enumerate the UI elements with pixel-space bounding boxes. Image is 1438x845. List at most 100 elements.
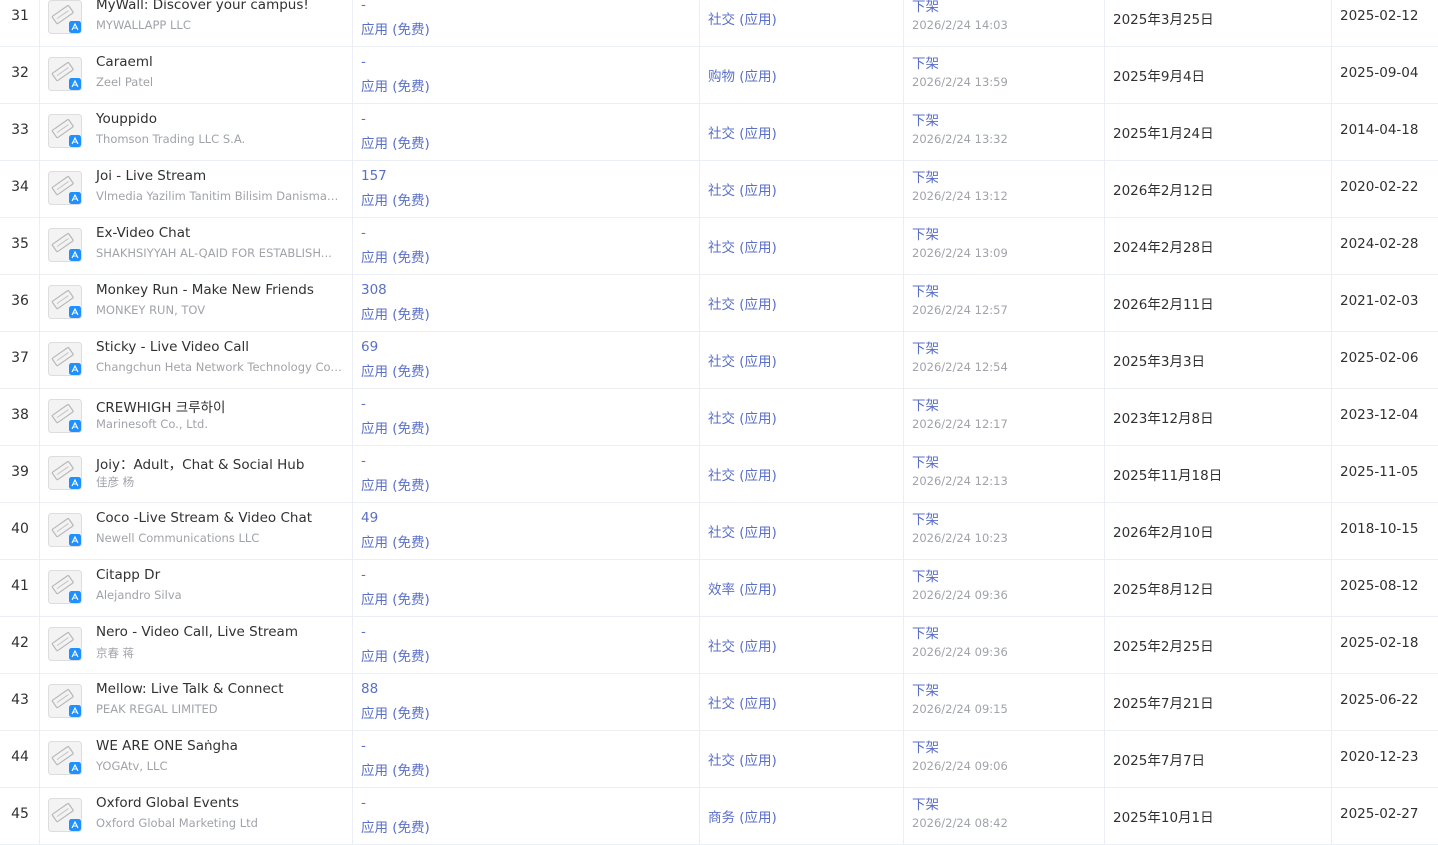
price-type-link[interactable]: 应用 (免费) — [361, 360, 430, 380]
app-cell[interactable]: MyWall: Discover your campus! MYWALLAPP … — [40, 0, 353, 46]
status-badge[interactable]: 下架 — [912, 622, 939, 642]
price-type-link[interactable]: 应用 (免费) — [361, 759, 430, 779]
price-type-link[interactable]: 应用 (免费) — [361, 303, 430, 323]
price-type-link[interactable]: 应用 (免费) — [361, 189, 430, 209]
rating-count[interactable]: - — [361, 624, 366, 640]
app-name[interactable]: Joiy：Adult，Chat & Social Hub — [96, 453, 304, 473]
rating-count[interactable]: - — [361, 567, 366, 583]
app-name[interactable]: CREWHIGH 크루하이 — [96, 396, 225, 416]
status-badge[interactable]: 下架 — [912, 52, 939, 72]
removed-app-icon[interactable] — [48, 228, 82, 262]
rating-count[interactable]: - — [361, 396, 366, 412]
rating-count[interactable]: 308 — [361, 282, 387, 298]
app-cell[interactable]: Oxford Global Events Oxford Global Marke… — [40, 788, 353, 844]
removed-app-icon[interactable] — [48, 342, 82, 376]
status-badge[interactable]: 下架 — [912, 793, 939, 813]
app-name[interactable]: Ex-Video Chat — [96, 225, 190, 241]
app-cell[interactable]: Caraeml Zeel Patel — [40, 47, 353, 103]
price-type-link[interactable]: 应用 (免费) — [361, 246, 430, 266]
rating-count[interactable]: - — [361, 738, 366, 754]
status-badge[interactable]: 下架 — [912, 109, 939, 129]
price-type-link[interactable]: 应用 (免费) — [361, 588, 430, 608]
app-cell[interactable]: Citapp Dr Alejandro Silva — [40, 560, 353, 616]
category-link[interactable]: 社交 (应用) — [708, 179, 777, 199]
status-badge[interactable]: 下架 — [912, 0, 939, 15]
rating-count[interactable]: - — [361, 795, 366, 811]
app-name[interactable]: Citapp Dr — [96, 567, 160, 583]
removed-app-icon[interactable] — [48, 114, 82, 148]
category-link[interactable]: 社交 (应用) — [708, 692, 777, 712]
app-cell[interactable]: WE ARE ONE Saṅgha YOGAtv, LLC — [40, 731, 353, 787]
category-link[interactable]: 社交 (应用) — [708, 350, 777, 370]
removed-app-icon[interactable] — [48, 171, 82, 205]
rating-count[interactable]: 157 — [361, 168, 387, 184]
app-name[interactable]: MyWall: Discover your campus! — [96, 0, 309, 13]
app-cell[interactable]: Mellow: Live Talk & Connect PEAK REGAL L… — [40, 674, 353, 730]
rating-count[interactable]: - — [361, 54, 366, 70]
price-type-link[interactable]: 应用 (免费) — [361, 474, 430, 494]
status-badge[interactable]: 下架 — [912, 451, 939, 471]
rating-count[interactable]: - — [361, 0, 366, 13]
price-type-link[interactable]: 应用 (免费) — [361, 645, 430, 665]
price-type-link[interactable]: 应用 (免费) — [361, 816, 430, 836]
removed-app-icon[interactable] — [48, 456, 82, 490]
category-link[interactable]: 社交 (应用) — [708, 236, 777, 256]
app-name[interactable]: Caraeml — [96, 54, 153, 70]
category-link[interactable]: 社交 (应用) — [708, 464, 777, 484]
app-name[interactable]: Monkey Run - Make New Friends — [96, 282, 314, 298]
rating-count[interactable]: 69 — [361, 339, 378, 355]
status-badge[interactable]: 下架 — [912, 565, 939, 585]
removed-app-icon[interactable] — [48, 57, 82, 91]
app-cell[interactable]: CREWHIGH 크루하이 Marinesoft Co., Ltd. — [40, 389, 353, 445]
category-link[interactable]: 社交 (应用) — [708, 407, 777, 427]
app-cell[interactable]: Youppido Thomson Trading LLC S.A. — [40, 104, 353, 160]
price-type-link[interactable]: 应用 (免费) — [361, 75, 430, 95]
price-type-link[interactable]: 应用 (免费) — [361, 132, 430, 152]
status-badge[interactable]: 下架 — [912, 508, 939, 528]
price-type-link[interactable]: 应用 (免费) — [361, 702, 430, 722]
status-badge[interactable]: 下架 — [912, 337, 939, 357]
status-badge[interactable]: 下架 — [912, 280, 939, 300]
removed-app-icon[interactable] — [48, 570, 82, 604]
removed-app-icon[interactable] — [48, 0, 82, 34]
app-cell[interactable]: Coco -Live Stream & Video Chat Newell Co… — [40, 503, 353, 559]
status-badge[interactable]: 下架 — [912, 736, 939, 756]
app-name[interactable]: Coco -Live Stream & Video Chat — [96, 510, 312, 526]
category-link[interactable]: 社交 (应用) — [708, 8, 777, 28]
price-type-link[interactable]: 应用 (免费) — [361, 417, 430, 437]
app-name[interactable]: Youppido — [96, 111, 157, 127]
status-badge[interactable]: 下架 — [912, 223, 939, 243]
rating-count[interactable]: 49 — [361, 510, 378, 526]
removed-app-icon[interactable] — [48, 399, 82, 433]
app-name[interactable]: Nero - Video Call, Live Stream — [96, 624, 298, 640]
status-badge[interactable]: 下架 — [912, 679, 939, 699]
category-link[interactable]: 商务 (应用) — [708, 806, 777, 826]
removed-app-icon[interactable] — [48, 513, 82, 547]
category-link[interactable]: 社交 (应用) — [708, 635, 777, 655]
category-link[interactable]: 社交 (应用) — [708, 749, 777, 769]
status-badge[interactable]: 下架 — [912, 394, 939, 414]
removed-app-icon[interactable] — [48, 741, 82, 775]
app-name[interactable]: Mellow: Live Talk & Connect — [96, 681, 284, 697]
rating-count[interactable]: - — [361, 453, 366, 469]
category-link[interactable]: 购物 (应用) — [708, 65, 777, 85]
removed-app-icon[interactable] — [48, 285, 82, 319]
removed-app-icon[interactable] — [48, 627, 82, 661]
removed-app-icon[interactable] — [48, 798, 82, 832]
app-cell[interactable]: Monkey Run - Make New Friends MONKEY RUN… — [40, 275, 353, 331]
category-link[interactable]: 社交 (应用) — [708, 521, 777, 541]
app-cell[interactable]: Ex-Video Chat SHAKHSIYYAH AL-QAID FOR ES… — [40, 218, 353, 274]
app-name[interactable]: Oxford Global Events — [96, 795, 239, 811]
app-cell[interactable]: Joiy：Adult，Chat & Social Hub 佳彦 杨 — [40, 446, 353, 502]
app-cell[interactable]: Sticky - Live Video Call Changchun Heta … — [40, 332, 353, 388]
app-cell[interactable]: Nero - Video Call, Live Stream 京春 蒋 — [40, 617, 353, 673]
removed-app-icon[interactable] — [48, 684, 82, 718]
category-link[interactable]: 效率 (应用) — [708, 578, 777, 598]
app-name[interactable]: Sticky - Live Video Call — [96, 339, 249, 355]
rating-count[interactable]: - — [361, 225, 366, 241]
app-name[interactable]: Joi - Live Stream — [96, 168, 206, 184]
app-cell[interactable]: Joi - Live Stream Vlmedia Yazilim Taniti… — [40, 161, 353, 217]
rating-count[interactable]: - — [361, 111, 366, 127]
rating-count[interactable]: 88 — [361, 681, 378, 697]
app-name[interactable]: WE ARE ONE Saṅgha — [96, 738, 238, 754]
